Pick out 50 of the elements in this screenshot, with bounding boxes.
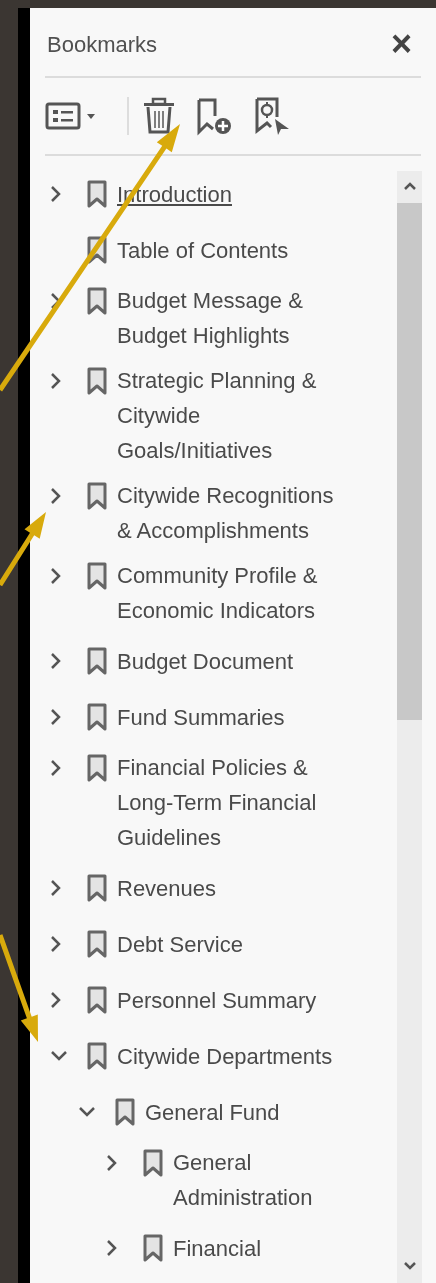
scrollbar[interactable] [397,171,422,1283]
bookmark-label[interactable]: Debt Service [117,926,341,962]
bookmark-icon [87,874,107,902]
expand-chevron-icon[interactable] [50,935,62,953]
bookmark-label[interactable]: Citywide Recognitions & Accomplishments [117,478,341,548]
collapse-chevron-icon[interactable] [50,1050,68,1062]
bookmark-label[interactable]: Revenues [117,870,341,906]
bookmark-icon [87,986,107,1014]
scroll-up-icon[interactable] [402,181,417,191]
bookmark-label[interactable]: General Administration [173,1145,341,1215]
bookmark-label[interactable]: Budget Document [117,643,341,679]
expand-chevron-icon[interactable] [50,486,62,505]
bookmark-icon [87,753,107,782]
bookmark-icon [87,561,107,590]
bookmark-icon [87,1042,107,1070]
bookmark-icon [87,481,107,510]
close-button[interactable]: × [390,26,412,62]
bookmark-label[interactable]: Citywide Departments [117,1038,341,1074]
bookmark-icon [87,703,107,731]
bookmark-label[interactable]: Fund Summaries [117,699,341,735]
expand-chevron-icon[interactable] [50,371,62,390]
bookmark-label[interactable]: Budget Message & Budget Highlights [117,283,341,353]
expand-chevron-icon[interactable] [106,1153,118,1172]
scroll-down-icon[interactable] [402,1261,417,1271]
bookmark-icon [87,930,107,958]
bookmark-icon [87,180,107,208]
expand-chevron-icon[interactable] [50,708,62,726]
panel-title: Bookmarks [47,30,158,59]
bookmark-icon [87,647,107,675]
expand-chevron-icon[interactable] [50,185,62,203]
bookmark-icon [115,1098,135,1126]
bookmark-label[interactable]: Financial [173,1230,341,1266]
bookmark-icon [143,1148,163,1177]
collapse-chevron-icon[interactable] [78,1106,96,1118]
bookmark-icon [143,1234,163,1262]
bookmark-label[interactable]: Table of Contents [117,232,341,268]
bookmark-label[interactable]: Community Profile & Economic Indicators [117,558,341,628]
bookmark-icon [87,286,107,315]
bookmark-label[interactable]: Personnel Summary [117,982,341,1018]
expand-chevron-icon[interactable] [50,566,62,585]
expand-chevron-icon[interactable] [106,1239,118,1257]
expand-chevron-icon[interactable] [50,652,62,670]
bookmark-label[interactable]: Strategic Planning & Citywide Goals/Initiatives [117,363,341,468]
expand-chevron-icon[interactable] [50,991,62,1009]
bookmark-label[interactable]: Financial Policies & Long-Term Financial Guidelines [117,750,341,855]
expand-chevron-icon[interactable] [50,758,62,777]
bookmark-label[interactable]: General Fund [145,1094,341,1130]
expand-chevron-icon[interactable] [50,879,62,897]
bookmark-icon [87,366,107,395]
scrollbar-thumb[interactable] [397,203,422,720]
